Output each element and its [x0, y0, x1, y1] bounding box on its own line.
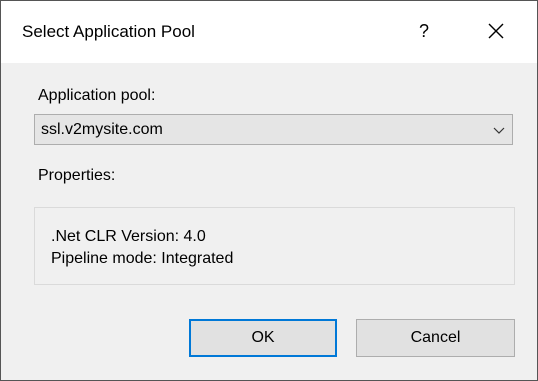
- chevron-down-icon: [493, 127, 505, 134]
- dialog-title: Select Application Pool: [22, 22, 195, 41]
- properties-label: Properties:: [38, 167, 116, 184]
- title-bar: Select Application Pool ?: [1, 1, 537, 63]
- help-button[interactable]: ?: [405, 11, 443, 51]
- pipeline-mode-text: Pipeline mode: Integrated: [51, 250, 234, 267]
- close-icon: [488, 23, 504, 39]
- application-pool-select[interactable]: ssl.v2mysite.com: [34, 114, 513, 145]
- close-button[interactable]: [471, 11, 521, 51]
- ok-button[interactable]: OK: [189, 319, 337, 357]
- clr-version-text: .Net CLR Version: 4.0: [51, 228, 206, 245]
- properties-box: .Net CLR Version: 4.0 Pipeline mode: Int…: [34, 207, 515, 285]
- dialog-window: Select Application Pool ? Application po…: [0, 0, 538, 381]
- application-pool-label: Application pool:: [38, 87, 156, 104]
- application-pool-selected-value: ssl.v2mysite.com: [41, 121, 163, 138]
- cancel-button[interactable]: Cancel: [356, 319, 515, 357]
